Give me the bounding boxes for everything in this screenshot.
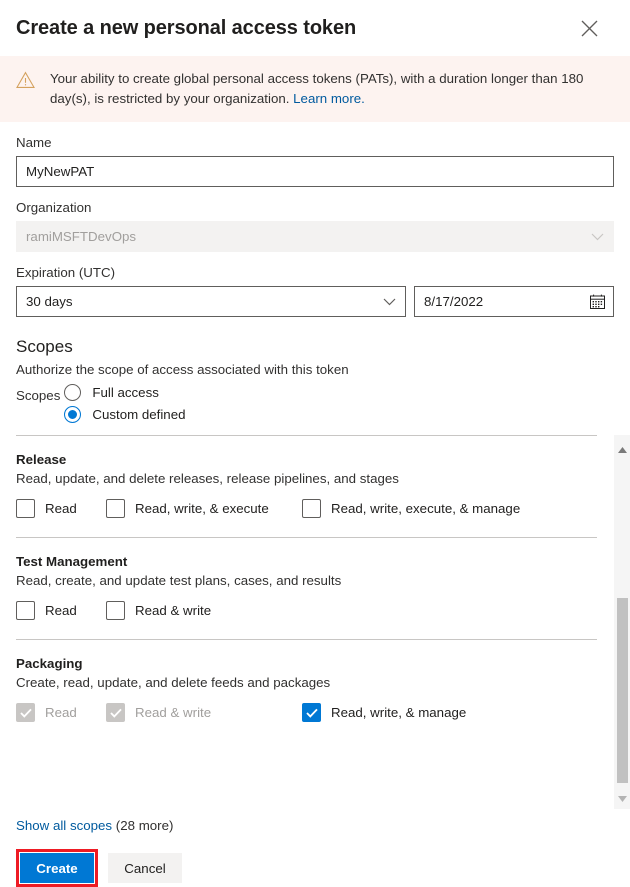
dialog-footer: Show all scopes (28 more) Create Cancel (0, 817, 630, 887)
chevron-down-icon (591, 229, 604, 244)
checkbox-release-read-write-execute[interactable]: Read, write, & execute (106, 499, 302, 518)
scope-divider (16, 435, 597, 436)
form-area: Name Organization ramiMSFTDevOps Expirat… (0, 134, 630, 423)
checkbox-icon (16, 499, 35, 518)
warning-text-block: Your ability to create global personal a… (50, 69, 614, 109)
scopes-radio-group-label: Scopes (16, 388, 61, 403)
expiration-label: Expiration (UTC) (16, 265, 116, 280)
name-input[interactable] (16, 156, 614, 187)
scrollbar-thumb[interactable] (617, 598, 628, 783)
scope-group-description: Read, create, and update test plans, cas… (16, 573, 342, 588)
calendar-icon[interactable] (589, 293, 606, 310)
checkbox-packaging-read-write-manage[interactable]: Read, write, & manage (302, 703, 466, 722)
scope-group-description: Create, read, update, and delete feeds a… (16, 675, 331, 690)
scope-group-description: Read, update, and delete releases, relea… (16, 471, 399, 486)
checkbox-label: Read, write, & execute (135, 501, 269, 516)
radio-full-access[interactable]: Full access (64, 384, 185, 401)
create-button-highlight: Create (16, 849, 98, 887)
scope-checkbox-row: Read Read, write, & execute Read, write,… (16, 499, 597, 518)
checkbox-label: Read (45, 705, 77, 720)
checkbox-release-read-write-execute-manage[interactable]: Read, write, execute, & manage (302, 499, 520, 518)
scopes-scroll-region[interactable]: Read Read & execute Release Read, update… (0, 435, 630, 809)
scope-divider (16, 639, 597, 640)
radio-circle-selected-icon (64, 406, 82, 423)
organization-select: ramiMSFTDevOps (16, 221, 614, 252)
scopes-subtitle: Authorize the scope of access associated… (16, 362, 349, 377)
scope-group-title: Release (16, 452, 67, 467)
scope-group-packaging: Packaging Create, read, update, and dele… (16, 655, 597, 741)
close-icon (580, 19, 599, 38)
footer-button-row: Create Cancel (16, 849, 614, 887)
cancel-button[interactable]: Cancel (108, 853, 182, 883)
checkbox-testmgmt-read-write[interactable]: Read & write (106, 601, 302, 620)
scopes-list: Read Read & execute Release Read, update… (0, 435, 613, 741)
checkbox-label: Read (45, 603, 77, 618)
checkbox-icon (106, 601, 125, 620)
organization-label: Organization (16, 200, 92, 215)
expiration-date-value: 8/17/2022 (424, 294, 484, 309)
scope-group-title: Packaging (16, 656, 83, 671)
expiration-date-field[interactable]: 8/17/2022 (414, 286, 614, 317)
scope-checkbox-row: Read Read & write Read, write, & manage (16, 703, 597, 722)
show-all-scopes-row: Show all scopes (28 more) (16, 817, 614, 835)
warning-triangle-icon (16, 71, 36, 89)
radio-full-access-label: Full access (92, 385, 159, 400)
checkbox-icon (106, 499, 125, 518)
close-button[interactable] (572, 11, 606, 45)
checkbox-testmgmt-read[interactable]: Read (16, 601, 106, 620)
scope-group-release: Release Read, update, and delete release… (16, 451, 597, 537)
dialog-header: Create a new personal access token (0, 0, 630, 56)
checkbox-icon (16, 601, 35, 620)
checkbox-release-read[interactable]: Read (16, 499, 106, 518)
radio-custom-defined-label: Custom defined (92, 407, 186, 422)
scope-group-title: Test Management (16, 554, 128, 569)
checkbox-icon (106, 703, 125, 722)
expiration-row: 30 days 8/17/2022 (16, 286, 614, 317)
checkbox-icon (16, 703, 35, 722)
radio-custom-defined[interactable]: Custom defined (64, 406, 186, 423)
scopes-radio-group: Scopes Full access Custom defined (16, 384, 614, 423)
scroll-down-arrow-icon[interactable] (614, 790, 630, 807)
checkbox-icon (302, 499, 321, 518)
scopes-heading: Scopes (16, 337, 73, 356)
expiration-duration-value: 30 days (26, 294, 73, 309)
show-all-scopes-count: (28 more) (112, 818, 174, 833)
scope-checkbox-row: Read Read & write (16, 601, 597, 620)
checkbox-packaging-read-write: Read & write (106, 703, 302, 722)
checkbox-label: Read (45, 501, 77, 516)
scope-group-test-management: Test Management Read, create, and update… (16, 553, 597, 639)
checkbox-label: Read, write, execute, & manage (331, 501, 521, 516)
chevron-down-icon (383, 294, 396, 309)
scopes-scrollbar[interactable] (613, 435, 630, 809)
warning-banner: Your ability to create global personal a… (0, 56, 630, 122)
radio-circle-icon (64, 384, 82, 401)
page-title: Create a new personal access token (16, 17, 357, 39)
checkbox-checked-icon (302, 703, 321, 722)
checkbox-label: Read, write, & manage (331, 705, 467, 720)
create-button[interactable]: Create (20, 853, 94, 883)
show-all-scopes-link[interactable]: Show all scopes (16, 818, 112, 833)
organization-value: ramiMSFTDevOps (26, 229, 137, 244)
scope-divider (16, 537, 597, 538)
checkbox-label: Read & write (135, 603, 212, 618)
scroll-up-arrow-icon[interactable] (614, 441, 630, 458)
learn-more-link[interactable]: Learn more. (293, 91, 365, 106)
name-label: Name (16, 135, 52, 150)
checkbox-label: Read & write (135, 705, 212, 720)
checkbox-packaging-read: Read (16, 703, 106, 722)
expiration-duration-select[interactable]: 30 days (16, 286, 406, 317)
